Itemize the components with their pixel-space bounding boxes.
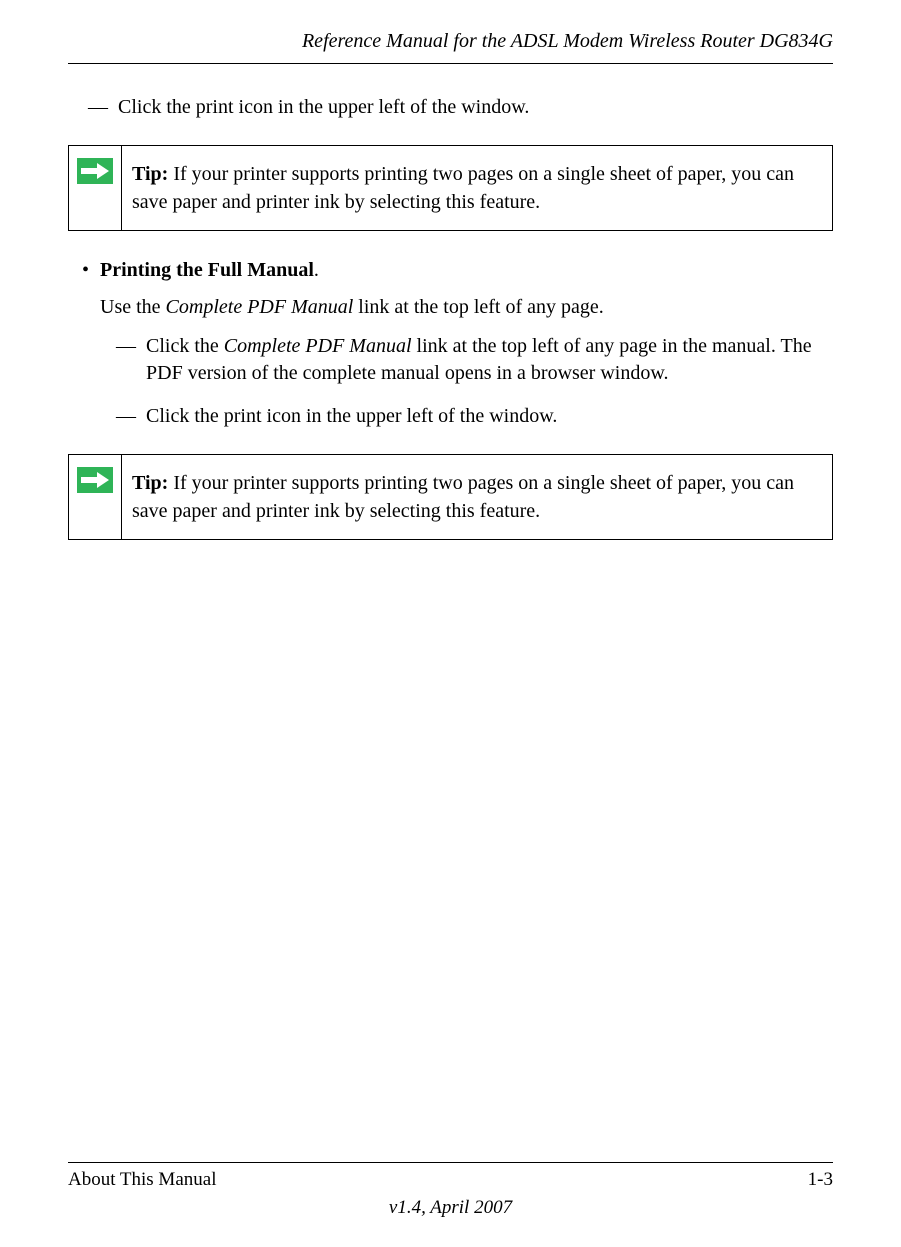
paragraph-prefix: Use the [100, 296, 166, 318]
dash-text: Click the print icon in the upper left o… [146, 405, 557, 427]
paragraph-tail: link at the top left of any page. [353, 296, 603, 318]
tip-body-text: If your printer supports printing two pa… [132, 163, 794, 213]
dash-text: Click the print icon in the upper left o… [118, 96, 529, 118]
tip-text: Tip: If your printer supports printing t… [122, 455, 833, 540]
dash-marker: — [116, 335, 146, 357]
arrow-right-icon [77, 467, 113, 493]
dash-list-item: —Click the print icon in the upper left … [118, 94, 833, 121]
footer-page-number: 1-3 [808, 1169, 833, 1191]
tip-label: Tip: [132, 163, 168, 185]
dash-text-italic: Complete PDF Manual [224, 335, 412, 357]
footer-divider [68, 1162, 833, 1163]
tip-text: Tip: If your printer supports printing t… [122, 146, 833, 231]
page-footer: About This Manual 1-3 [68, 1169, 833, 1191]
dash-list-item: — Click the Complete PDF Manual link at … [116, 333, 833, 387]
tip-body-text: If your printer supports printing two pa… [132, 472, 794, 522]
tip-label: Tip: [132, 472, 168, 494]
paragraph-italic: Complete PDF Manual [166, 296, 354, 318]
arrow-right-icon [77, 158, 113, 184]
dash-text-prefix: Click the [146, 335, 224, 357]
footer-section-title: About This Manual [68, 1169, 216, 1191]
header-title: Reference Manual for the ADSL Modem Wire… [302, 30, 833, 52]
dash-list-item: — Click the print icon in the upper left… [116, 403, 833, 430]
footer-version: v1.4, April 2007 [0, 1197, 901, 1219]
page-header: Reference Manual for the ADSL Modem Wire… [68, 0, 833, 64]
bullet-tail: . [314, 259, 319, 281]
bullet-bold-text: Printing the Full Manual [100, 259, 314, 281]
body-paragraph: Use the Complete PDF Manual link at the … [100, 294, 833, 321]
bullet-list-item: •Printing the Full Manual. [100, 259, 833, 282]
tip-icon-cell [69, 455, 122, 540]
tip-icon-cell [69, 146, 122, 231]
dash-marker: — [88, 94, 118, 121]
dash-marker: — [116, 405, 146, 427]
tip-box: Tip: If your printer supports printing t… [68, 454, 833, 540]
bullet-marker: • [82, 259, 100, 282]
tip-box: Tip: If your printer supports printing t… [68, 145, 833, 231]
